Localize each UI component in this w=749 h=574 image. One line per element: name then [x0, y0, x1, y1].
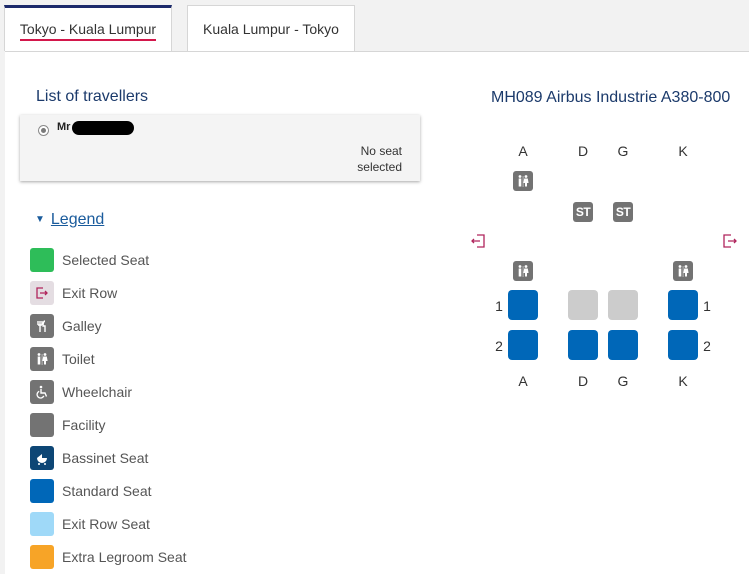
- redacted-name: [72, 121, 134, 135]
- legend-label: Extra Legroom Seat: [62, 549, 187, 565]
- extra-legroom-seat-swatch: [30, 545, 54, 569]
- exit-row-seat-swatch: [30, 512, 54, 536]
- seat-2d[interactable]: [568, 330, 598, 360]
- legend-label: Selected Seat: [62, 252, 150, 268]
- legend-label: Bassinet Seat: [62, 450, 149, 466]
- legend-toggle-label: Legend: [50, 211, 105, 228]
- flight-title: MH089 Airbus Industrie A380-800: [491, 89, 731, 106]
- column-label-a: A: [518, 143, 528, 159]
- toilet-icon: [673, 261, 693, 281]
- legend-item-galley: Galley: [30, 314, 330, 338]
- traveller-radio[interactable]: [38, 125, 49, 136]
- traveller-card[interactable]: Mr No seat selected: [20, 115, 420, 181]
- seat-2g[interactable]: [608, 330, 638, 360]
- tab-tokyo-kuala-lumpur[interactable]: Tokyo - Kuala Lumpur: [4, 5, 172, 51]
- traveller-name: Mr: [57, 121, 71, 133]
- flight-tabs: Tokyo - Kuala Lumpur Kuala Lumpur - Toky…: [0, 0, 749, 52]
- column-label-k: K: [678, 373, 688, 389]
- column-label-g: G: [617, 373, 629, 389]
- storage-label: ST: [575, 205, 591, 219]
- exit-left-icon: [470, 233, 486, 249]
- legend-item-extra-legroom-seat: Extra Legroom Seat: [30, 545, 330, 569]
- exit-right-icon: [722, 233, 738, 249]
- column-label-g: G: [617, 143, 629, 159]
- legend-item-toilet: Toilet: [30, 347, 330, 371]
- seat-1g: [608, 290, 638, 320]
- selected-seat-swatch: [30, 248, 54, 272]
- legend-label: Wheelchair: [62, 384, 133, 400]
- seat-status-text: No seat selected: [357, 144, 402, 174]
- legend-label: Facility: [62, 417, 106, 433]
- legend-label: Exit Row: [62, 285, 118, 301]
- seat-1k[interactable]: [668, 290, 698, 320]
- seat-1a[interactable]: [508, 290, 538, 320]
- row-number-right: 2: [703, 338, 711, 354]
- toilet-icon: [30, 347, 54, 371]
- bassinet-icon: [30, 446, 54, 470]
- legend-item-exit-row-seat: Exit Row Seat: [30, 512, 330, 536]
- storage-facility-g: ST: [613, 202, 633, 222]
- column-label-d: D: [577, 143, 589, 159]
- facility-swatch: [30, 413, 54, 437]
- wheelchair-icon: [30, 380, 54, 404]
- legend-item-exit-row: Exit Row: [30, 281, 330, 305]
- seat-2k[interactable]: [668, 330, 698, 360]
- tab-label: Tokyo - Kuala Lumpur: [19, 21, 157, 41]
- legend-label: Galley: [62, 318, 102, 334]
- legend-item-bassinet-seat: Bassinet Seat: [30, 446, 330, 470]
- column-label-k: K: [678, 143, 688, 159]
- legend-label: Exit Row Seat: [62, 516, 150, 532]
- legend-item-facility: Facility: [30, 413, 330, 437]
- row-number-left: 2: [495, 338, 503, 354]
- toilet-icon: [513, 261, 533, 281]
- tab-label: Kuala Lumpur - Tokyo: [203, 21, 339, 37]
- storage-facility-d: ST: [573, 202, 593, 222]
- travellers-title: List of travellers: [36, 88, 149, 105]
- tab-kuala-lumpur-tokyo[interactable]: Kuala Lumpur - Tokyo: [187, 5, 355, 51]
- storage-label: ST: [615, 205, 631, 219]
- column-label-a: A: [518, 373, 528, 389]
- legend-toggle[interactable]: ▼ Legend: [35, 211, 104, 229]
- legend-item-selected-seat: Selected Seat: [30, 248, 330, 272]
- legend-label: Toilet: [62, 351, 95, 367]
- seat-2a[interactable]: [508, 330, 538, 360]
- row-number-left: 1: [495, 298, 503, 314]
- column-label-d: D: [577, 373, 589, 389]
- caret-down-icon: ▼: [35, 214, 45, 225]
- legend-item-wheelchair: Wheelchair: [30, 380, 330, 404]
- toilet-icon: [513, 171, 533, 191]
- legend-label: Standard Seat: [62, 483, 152, 499]
- seat-selection-panel: List of travellers Mr No seat selected ▼…: [5, 51, 749, 574]
- galley-icon: [30, 314, 54, 338]
- row-number-right: 1: [703, 298, 711, 314]
- exit-icon: [30, 281, 54, 305]
- legend-item-standard-seat: Standard Seat: [30, 479, 330, 503]
- standard-seat-swatch: [30, 479, 54, 503]
- seat-1d: [568, 290, 598, 320]
